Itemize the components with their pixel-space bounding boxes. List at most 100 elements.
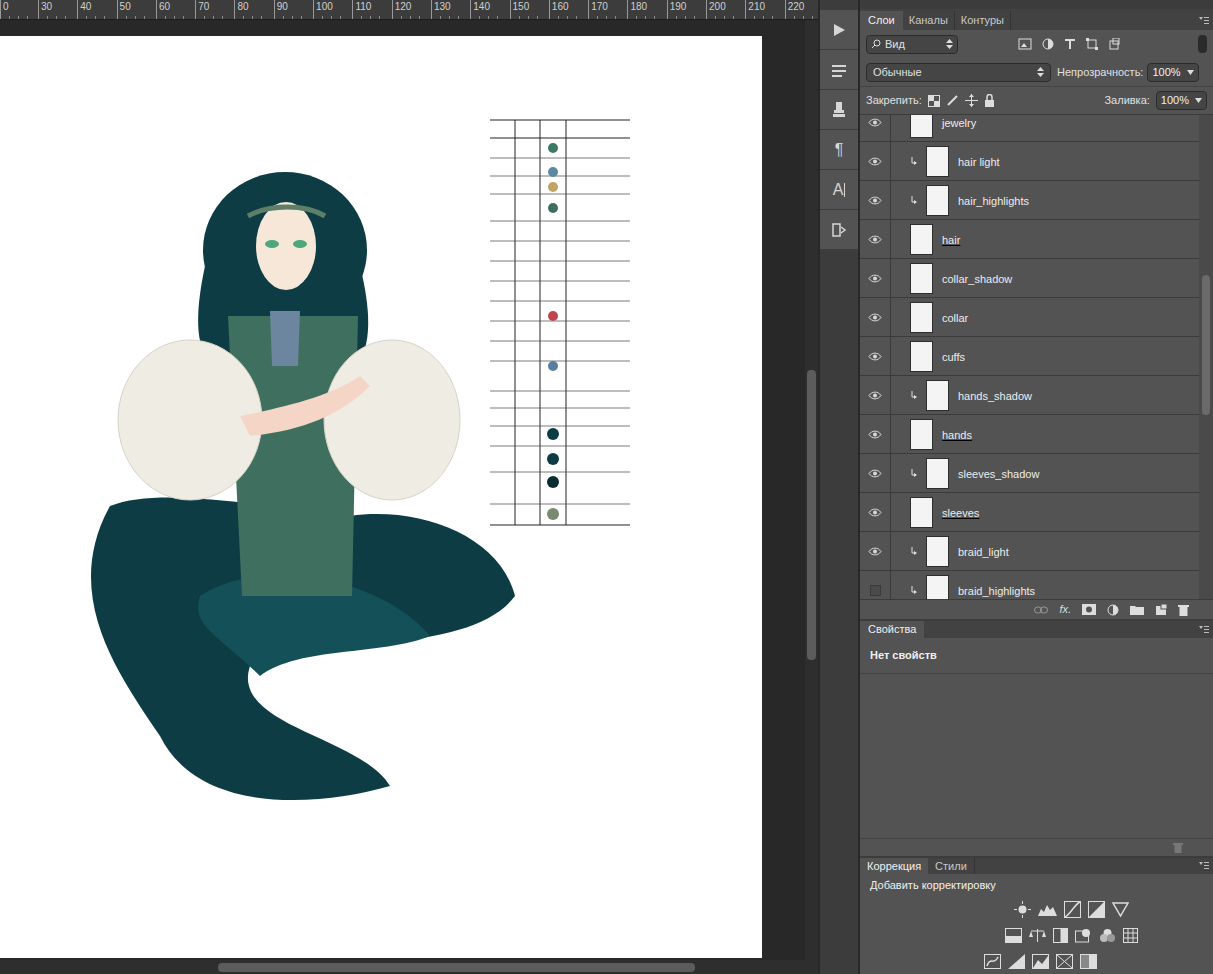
layer-row[interactable]: cuffs [860,337,1199,376]
layer-name[interactable]: hands [942,422,972,446]
visibility-toggle[interactable] [860,415,891,453]
layer-name[interactable]: braid_light [958,539,1009,563]
panel-tab[interactable]: Слои [860,11,903,30]
layer-name[interactable]: hands_shadow [958,383,1032,407]
selective-color-icon[interactable] [1056,954,1073,969]
opacity-field[interactable]: 100% [1147,63,1198,82]
horizontal-scrollbar[interactable] [0,960,818,974]
adjustments-tab[interactable]: Стили [928,858,975,874]
panel-tab[interactable]: Каналы [903,11,955,30]
visibility-toggle[interactable] [860,181,891,219]
brightness-icon[interactable] [1014,901,1031,918]
adjustment-filter-icon[interactable] [1042,38,1054,50]
lock-all-icon[interactable] [984,94,995,107]
color-balance-icon[interactable] [1029,928,1046,943]
layer-row[interactable]: braid_highlights [860,571,1199,599]
layer-row[interactable]: sleeves [860,493,1199,532]
layers-scrollbar[interactable] [1199,115,1213,599]
layer-row[interactable]: collar_shadow [860,259,1199,298]
layer-row[interactable]: jewelry [860,115,1199,142]
dropdown-arrow-icon[interactable] [1187,70,1194,75]
new-layer-icon[interactable] [1155,604,1167,616]
exposure-icon[interactable] [1088,901,1105,918]
layer-name[interactable]: sleeves [942,500,979,524]
visibility-toggle[interactable] [860,115,891,141]
fill-field[interactable]: 100% [1156,91,1207,110]
add-mask-icon[interactable] [1082,604,1096,615]
gradient-triangle-icon[interactable] [1112,901,1129,918]
color-lookup-icon[interactable] [1123,928,1138,943]
layer-row[interactable]: sleeves_shadow [860,454,1199,493]
layer-style-button[interactable]: fx. [1059,601,1071,618]
layer-row[interactable]: hands [860,415,1199,454]
layer-name[interactable]: hair light [958,149,1000,173]
vertical-scrollbar[interactable] [805,20,818,960]
visibility-toggle[interactable] [860,454,891,492]
visibility-toggle[interactable] [860,337,891,375]
label: ¶ [835,142,844,158]
invert-icon[interactable] [984,954,1001,969]
layer-thumbnail [926,575,949,600]
character-icon[interactable]: A [820,170,858,210]
layer-row[interactable]: braid_light [860,532,1199,571]
type-filter-icon[interactable] [1064,38,1076,50]
panel-menu-icon[interactable] [1199,626,1209,633]
layer-name[interactable]: hair_highlights [958,188,1029,212]
gradient-map-icon[interactable] [1080,954,1097,969]
posterize-icon[interactable] [1008,954,1025,969]
threshold-icon[interactable] [1032,954,1049,969]
panel-menu-icon[interactable] [1199,17,1209,24]
photo-filter-icon[interactable] [1075,928,1092,943]
filter-dropdown[interactable]: Вид [866,35,958,54]
brush-presets-icon[interactable] [820,50,858,90]
layer-row[interactable]: hair light [860,142,1199,181]
panel-menu-icon[interactable] [1199,862,1209,869]
properties-tab[interactable]: Свойства [860,621,924,638]
paragraph-icon[interactable]: ¶ [820,130,858,170]
visibility-toggle[interactable] [860,220,891,258]
document-canvas[interactable] [0,36,762,958]
new-adjustment-icon[interactable] [1107,604,1119,616]
filter-toggle[interactable] [1198,35,1207,53]
delete-layer-icon[interactable] [1178,604,1189,616]
layer-row[interactable]: collar [860,298,1199,337]
adjustments-tab[interactable]: Коррекция [860,858,928,874]
clone-source-icon[interactable] [820,90,858,130]
layer-name[interactable]: collar [942,305,968,329]
levels-icon[interactable] [1038,901,1057,918]
visibility-toggle[interactable] [860,142,891,180]
smart-object-filter-icon[interactable] [1108,38,1120,50]
visibility-toggle[interactable] [860,298,891,336]
visibility-toggle[interactable] [860,532,891,570]
layer-name[interactable]: braid_highlights [958,578,1035,599]
visibility-toggle[interactable] [860,259,891,297]
link-layers-icon[interactable] [1034,606,1048,614]
lock-transparency-icon[interactable] [928,95,940,107]
channel-mixer-icon[interactable] [1099,928,1116,943]
layer-name[interactable]: collar_shadow [942,266,1012,290]
delete-icon[interactable] [1173,842,1183,853]
visibility-toggle[interactable] [860,571,891,599]
visibility-toggle[interactable] [860,493,891,531]
vibrance-icon[interactable] [1005,928,1022,943]
actions-play-icon[interactable] [820,10,858,50]
blend-mode-dropdown[interactable]: Обычные [866,63,1051,82]
lock-position-icon[interactable] [965,94,978,107]
lock-pixels-icon[interactable] [946,94,959,107]
black-white-icon[interactable] [1053,928,1068,943]
layer-name[interactable]: jewelry [942,115,976,134]
layer-name[interactable]: sleeves_shadow [958,461,1039,485]
layer-name[interactable]: hair [942,227,960,251]
layer-row[interactable]: hands_shadow [860,376,1199,415]
layer-row[interactable]: hair [860,220,1199,259]
shape-filter-icon[interactable] [1086,38,1098,50]
pixel-filter-icon[interactable] [1018,38,1032,50]
new-group-icon[interactable] [1130,604,1144,615]
visibility-toggle[interactable] [860,376,891,414]
dropdown-arrow-icon[interactable] [1195,98,1202,103]
layer-name[interactable]: cuffs [942,344,965,368]
curves-icon[interactable] [1064,901,1081,918]
panel-tab[interactable]: Контуры [955,11,1011,30]
layer-row[interactable]: hair_highlights [860,181,1199,220]
history-icon[interactable] [820,210,858,250]
